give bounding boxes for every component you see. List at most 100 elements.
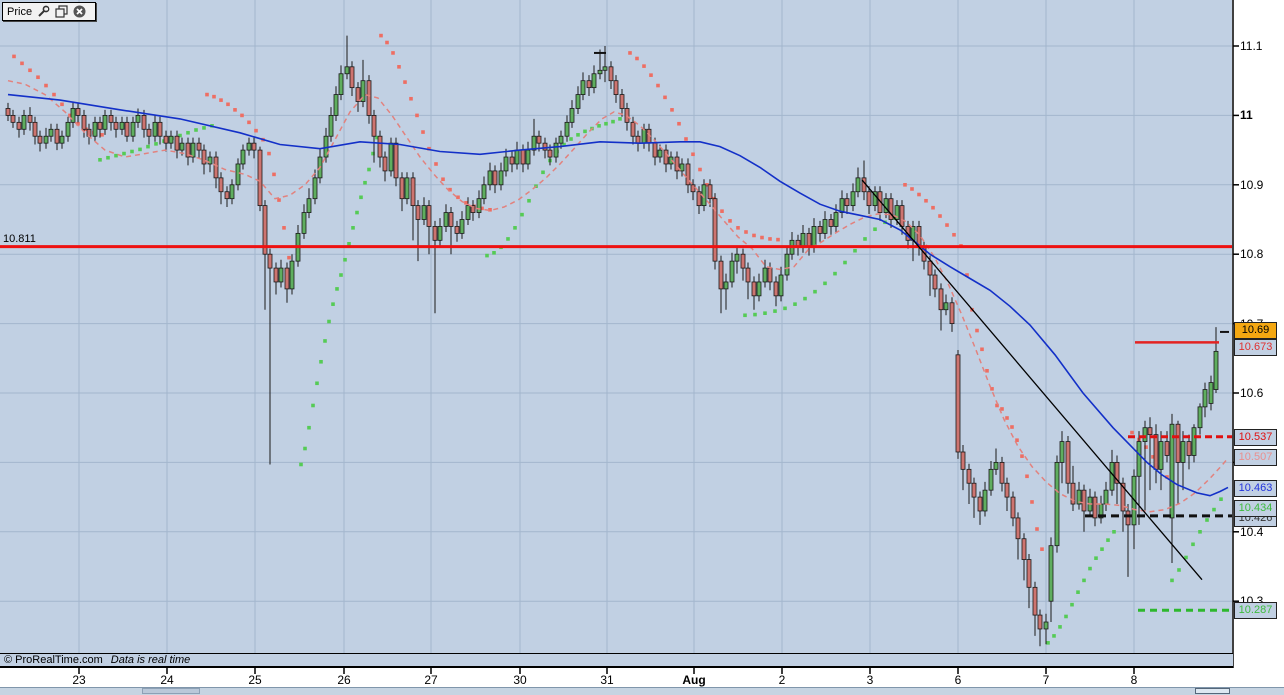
sar-dot-red: [628, 51, 632, 55]
candle-down: [509, 156, 515, 165]
sar-dot-green: [303, 446, 307, 451]
sar-dot-green: [1064, 614, 1068, 619]
wrench-icon[interactable]: [36, 5, 50, 18]
last-price-tag[interactable]: 10.69: [1234, 322, 1277, 339]
candle-up: [278, 267, 284, 283]
sar-dot-green: [527, 198, 531, 203]
candle-up: [597, 69, 603, 75]
candle-up: [525, 149, 531, 165]
candle-down: [124, 121, 130, 137]
candle-up: [855, 177, 861, 193]
sar-dot-red: [240, 113, 244, 118]
candle-down: [624, 108, 630, 123]
candle-down: [542, 142, 548, 151]
candle-up: [179, 142, 185, 151]
candle-down: [410, 177, 416, 207]
sar-dot-green: [315, 381, 319, 386]
sar-dot-red: [776, 237, 780, 242]
candle-up: [1142, 427, 1148, 442]
price-chart-canvas[interactable]: [0, 0, 1284, 695]
candle-up: [1213, 350, 1219, 390]
level-tag[interactable]: 10.673: [1234, 339, 1277, 356]
chart-title: Price: [7, 5, 33, 18]
candle-down: [1186, 441, 1192, 456]
candle-up: [443, 212, 449, 227]
candle-down: [141, 115, 147, 130]
sar-dot-green: [506, 237, 510, 241]
candle-up: [822, 219, 828, 234]
candle-up: [48, 128, 54, 137]
level-tag[interactable]: 10.537: [1234, 429, 1277, 446]
sar-dot-red: [980, 347, 984, 352]
sar-dot-red: [677, 121, 681, 126]
y-axis-tick-label: 11: [1240, 108, 1253, 123]
candle-down: [977, 496, 983, 512]
level-tag[interactable]: 10.287: [1234, 602, 1277, 619]
sar-dot-green: [583, 129, 587, 134]
candle-down: [520, 149, 526, 165]
candle-up: [421, 205, 427, 220]
candle-down: [927, 260, 933, 276]
candle-down: [740, 253, 746, 269]
close-icon[interactable]: [72, 5, 86, 18]
candle-down: [273, 267, 279, 283]
candle-down: [828, 219, 834, 227]
sar-dot-green: [299, 462, 303, 467]
candle-up: [982, 489, 988, 512]
candle-down: [75, 108, 81, 116]
candle-down: [113, 121, 119, 130]
ma-value-tag[interactable]: 10.507: [1234, 449, 1277, 466]
candle-up: [235, 163, 241, 186]
candle-up: [119, 121, 125, 130]
candle-down: [619, 94, 625, 109]
candle-up: [289, 260, 295, 290]
overlap-windows-icon[interactable]: [54, 5, 68, 18]
sar-dot-green: [1106, 538, 1110, 542]
sar-dot-green: [823, 281, 827, 286]
candle-up: [723, 281, 729, 290]
sar-dot-green: [1046, 641, 1050, 645]
candle-down: [1153, 434, 1159, 470]
candle-up: [1059, 441, 1065, 463]
scrollbar-thumb[interactable]: [142, 688, 200, 694]
sar-dot-red: [391, 51, 395, 55]
sar-dot-green: [1100, 547, 1104, 551]
candle-up: [404, 177, 410, 200]
sar-dot-green: [773, 309, 777, 313]
candle-up: [729, 260, 735, 283]
sar-dot-green: [803, 296, 807, 301]
candle-up: [344, 66, 350, 75]
chart-title-bar[interactable]: Price: [2, 2, 96, 21]
candle-down: [938, 288, 944, 311]
x-axis-label: 8: [1130, 673, 1138, 687]
sar-dot-green: [611, 119, 615, 124]
sar-dot-red: [44, 83, 48, 88]
candle-down: [284, 267, 290, 290]
candle-up: [988, 468, 994, 491]
candle-down: [613, 80, 619, 95]
sar-dot-green: [1177, 568, 1181, 572]
sar-dot-green: [873, 227, 877, 232]
sar-value-tag[interactable]: 10.434: [1234, 500, 1277, 517]
sar-dot-red: [1010, 425, 1014, 429]
candle-down: [630, 121, 636, 137]
sar-dot-green: [347, 241, 351, 246]
scrollbar-thumb[interactable]: [1195, 688, 1230, 694]
candle-up: [437, 226, 443, 241]
candle-down: [251, 142, 257, 151]
candle-down: [201, 149, 207, 165]
sar-dot-green: [311, 403, 315, 408]
sar-dot-red: [1020, 454, 1024, 458]
copyright-text: © ProRealTime.com: [4, 654, 103, 666]
sar-dot-green: [513, 226, 517, 230]
sar-dot-green: [331, 302, 335, 306]
sar-dot-red: [938, 214, 942, 218]
candle-up: [762, 267, 768, 283]
ma-value-tag[interactable]: 10.463: [1234, 480, 1277, 497]
sar-dot-red: [768, 237, 772, 241]
y-axis-tick-label: 10.6: [1240, 386, 1264, 400]
sar-dot-red: [945, 223, 949, 227]
candle-up: [1208, 382, 1214, 404]
y-axis-tick-label: 10.9: [1240, 177, 1264, 192]
candle-up: [1103, 489, 1109, 505]
